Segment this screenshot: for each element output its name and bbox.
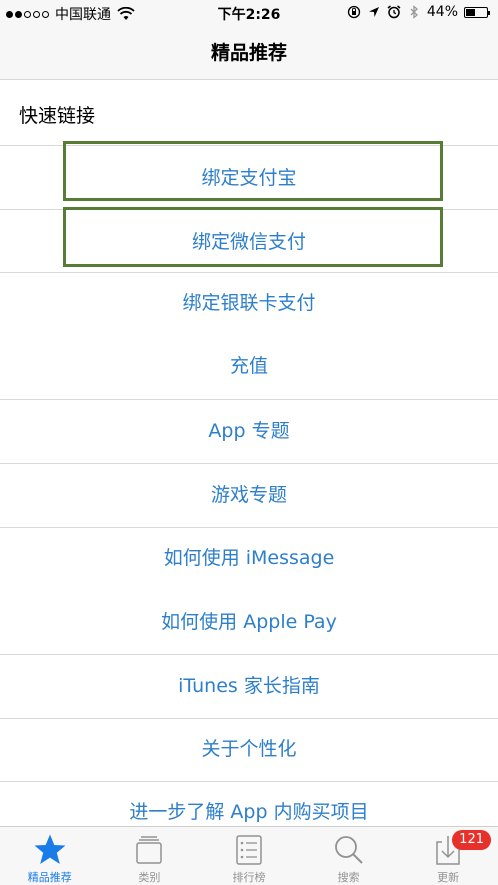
star-icon — [34, 834, 66, 864]
battery-icon — [464, 6, 490, 18]
categories-icon — [136, 836, 163, 864]
tab-label: 更新 — [437, 871, 460, 884]
section-title: 快速链接 — [19, 105, 96, 127]
tab-label: 搜索 — [337, 871, 360, 884]
orientation-lock-icon — [347, 5, 361, 19]
link-how-to-apple-pay[interactable]: 如何使用 Apple Pay — [0, 590, 498, 654]
location-icon — [368, 7, 379, 17]
link-bind-unionpay[interactable]: 绑定银联卡支付 — [0, 271, 498, 335]
alarm-icon — [387, 5, 401, 19]
tab-featured[interactable]: 精品推荐 — [0, 827, 100, 885]
link-how-to-imessage[interactable]: 如何使用 iMessage — [0, 526, 498, 590]
top-charts-icon — [236, 835, 262, 865]
status-bar: 中国联通 下午2:26 44% — [0, 0, 498, 26]
link-itunes-parents-guide[interactable]: iTunes 家长指南 — [0, 654, 498, 718]
tab-bar: 精品推荐 类别 排行榜 搜索 121 更新 — [0, 826, 498, 885]
tab-categories[interactable]: 类别 — [100, 827, 200, 885]
link-about-personalization[interactable]: 关于个性化 — [0, 717, 498, 781]
battery-percentage: 44% — [426, 4, 458, 20]
status-right: 44% — [347, 4, 490, 20]
link-game-collections[interactable]: 游戏专题 — [0, 463, 498, 527]
bluetooth-icon — [410, 5, 418, 19]
tab-search[interactable]: 搜索 — [299, 827, 399, 885]
page-title: 精品推荐 — [210, 42, 287, 64]
quick-links-header: 快速链接 — [0, 80, 498, 146]
tab-label: 排行榜 — [232, 871, 266, 884]
updates-badge: 121 — [452, 830, 491, 850]
link-bind-wechat-pay[interactable]: 绑定微信支付 — [0, 210, 498, 274]
tab-label: 精品推荐 — [27, 871, 72, 884]
link-bind-alipay[interactable]: 绑定支付宝 — [0, 146, 498, 210]
link-top-up[interactable]: 充值 — [0, 334, 498, 398]
search-icon — [334, 836, 363, 864]
nav-bar: 精品推荐 — [0, 26, 498, 80]
tab-top-charts[interactable]: 排行榜 — [199, 827, 299, 885]
tab-updates[interactable]: 121 更新 — [398, 827, 498, 885]
tab-label: 类别 — [138, 871, 161, 884]
link-app-collections[interactable]: App 专题 — [0, 399, 498, 463]
battery-fill — [466, 8, 475, 16]
